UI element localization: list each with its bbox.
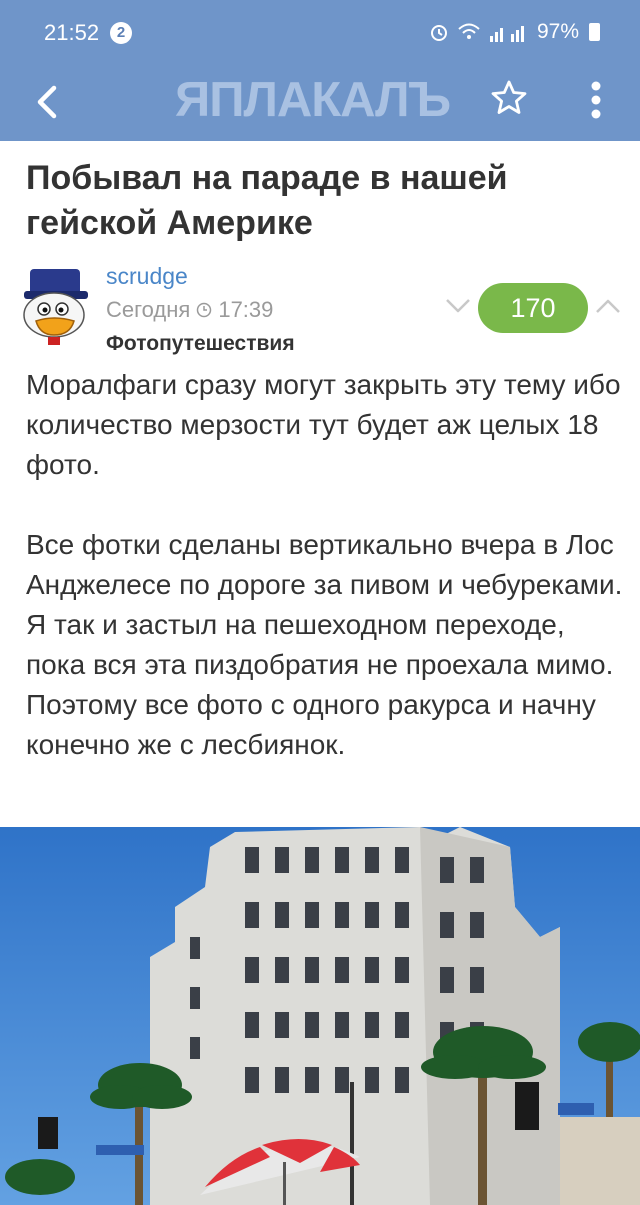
more-vert-icon[interactable] <box>583 80 609 120</box>
alarm-icon <box>430 25 447 41</box>
author-avatar[interactable] <box>14 265 96 351</box>
chevron-up-icon[interactable] <box>595 296 621 316</box>
post-category[interactable]: Фотопутешествия <box>106 332 295 356</box>
app-bar: ЯПЛАКАЛЪ <box>0 64 640 141</box>
signal-icon <box>489 26 524 42</box>
post-body: Моралфаги сразу могут закрыть эту тему и… <box>26 365 626 765</box>
paragraph: Моралфаги сразу могут закрыть эту тему и… <box>26 369 621 480</box>
back-icon[interactable] <box>30 80 66 124</box>
rating-badge: 170 <box>478 283 588 333</box>
paragraph: Все фотки сделаны вертикально вчера в Ло… <box>26 529 623 760</box>
site-logo[interactable]: ЯПЛАКАЛЪ <box>175 72 451 128</box>
clock-icon <box>197 302 212 318</box>
status-icons: 97% <box>429 20 600 44</box>
status-time: 21:52 <box>44 20 100 45</box>
wifi-icon <box>458 23 480 39</box>
star-icon[interactable] <box>489 78 529 118</box>
post-date: Сегодня 17:39 <box>106 297 273 323</box>
post-photo[interactable] <box>0 827 640 1205</box>
post-title: Побывал на параде в нашей гейской Америк… <box>26 159 508 242</box>
battery-percent: 97% <box>536 20 579 43</box>
date-label: Сегодня <box>106 297 191 322</box>
author-name[interactable]: scrudge <box>106 263 188 290</box>
status-bar: 21:52 2 97% <box>0 0 640 64</box>
post-time: 17:39 <box>218 297 274 322</box>
notification-badge: 2 <box>110 22 132 44</box>
chevron-down-icon[interactable] <box>445 296 471 316</box>
battery-icon <box>589 23 600 41</box>
